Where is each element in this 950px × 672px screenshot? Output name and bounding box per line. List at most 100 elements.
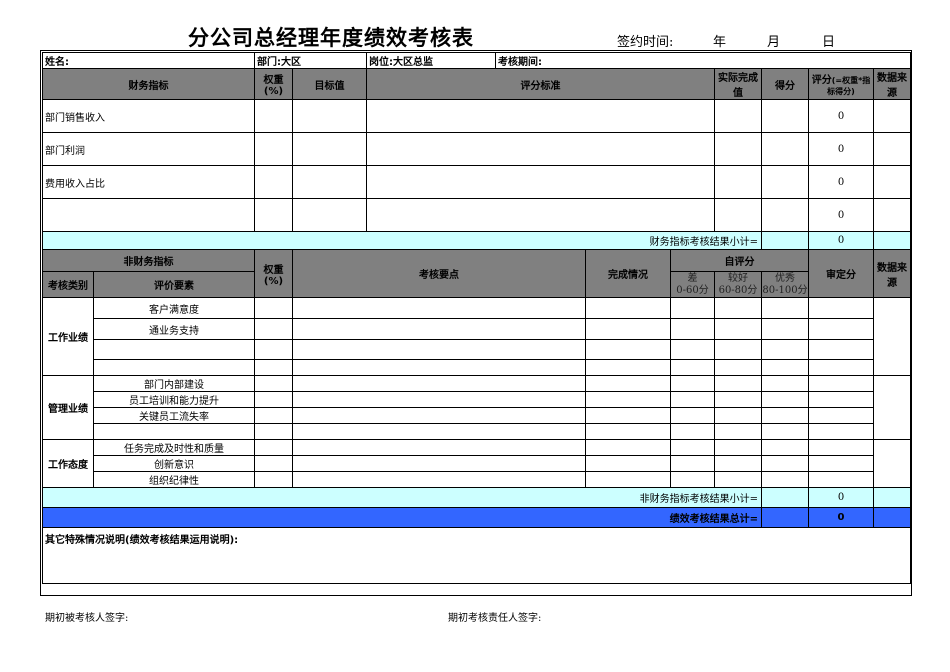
criteria-cell[interactable] (366, 198, 715, 232)
final-score-cell[interactable] (808, 297, 874, 319)
good-cell[interactable] (714, 297, 762, 319)
final-score-cell[interactable] (808, 318, 874, 340)
weight-cell[interactable] (254, 198, 293, 232)
completion-cell[interactable] (585, 375, 671, 392)
weight-cell[interactable] (254, 165, 293, 199)
period-field[interactable]: 考核期间: (494, 52, 912, 69)
excellent-cell[interactable] (761, 339, 809, 360)
poor-cell[interactable] (670, 391, 715, 408)
completion-cell[interactable] (585, 391, 671, 408)
excellent-cell[interactable] (761, 359, 809, 376)
nf-weight-cell[interactable] (254, 318, 293, 340)
nf-weight-cell[interactable] (254, 339, 293, 360)
actual-cell[interactable] (714, 132, 762, 166)
element-label[interactable] (93, 339, 255, 360)
target-cell[interactable] (292, 132, 367, 166)
completion-cell[interactable] (585, 455, 671, 472)
final-score-cell[interactable] (808, 339, 874, 360)
score-cell[interactable] (761, 198, 809, 232)
nf-source-cell[interactable] (872, 297, 912, 376)
good-cell[interactable] (714, 359, 762, 376)
key-point-cell[interactable] (292, 391, 586, 408)
final-score-cell[interactable] (808, 471, 874, 488)
nf-weight-cell[interactable] (254, 471, 293, 488)
nf-source-cell[interactable] (872, 375, 912, 440)
notes-section[interactable]: 其它特殊情况说明(绩效考核结果运用说明): (41, 527, 912, 584)
nf-weight-cell[interactable] (254, 439, 293, 456)
good-cell[interactable] (714, 439, 762, 456)
actual-cell[interactable] (714, 165, 762, 199)
poor-cell[interactable] (670, 455, 715, 472)
excellent-cell[interactable] (761, 439, 809, 456)
completion-cell[interactable] (585, 359, 671, 376)
key-point-cell[interactable] (292, 455, 586, 472)
excellent-cell[interactable] (761, 407, 809, 424)
key-point-cell[interactable] (292, 339, 586, 360)
key-point-cell[interactable] (292, 318, 586, 340)
excellent-cell[interactable] (761, 471, 809, 488)
good-cell[interactable] (714, 318, 762, 340)
poor-cell[interactable] (670, 423, 715, 440)
key-point-cell[interactable] (292, 297, 586, 319)
criteria-cell[interactable] (366, 132, 715, 166)
final-score-cell[interactable] (808, 423, 874, 440)
score-cell[interactable] (761, 165, 809, 199)
source-cell[interactable] (872, 132, 912, 166)
key-point-cell[interactable] (292, 439, 586, 456)
weight-cell[interactable] (254, 132, 293, 166)
good-cell[interactable] (714, 407, 762, 424)
excellent-cell[interactable] (761, 375, 809, 392)
good-cell[interactable] (714, 423, 762, 440)
completion-cell[interactable] (585, 339, 671, 360)
good-cell[interactable] (714, 339, 762, 360)
element-label[interactable] (93, 423, 255, 440)
nf-weight-cell[interactable] (254, 423, 293, 440)
excellent-cell[interactable] (761, 455, 809, 472)
good-cell[interactable] (714, 391, 762, 408)
nf-weight-cell[interactable] (254, 455, 293, 472)
completion-cell[interactable] (585, 423, 671, 440)
nf-weight-cell[interactable] (254, 375, 293, 392)
target-cell[interactable] (292, 99, 367, 133)
criteria-cell[interactable] (366, 99, 715, 133)
score-cell[interactable] (761, 99, 809, 133)
completion-cell[interactable] (585, 407, 671, 424)
financial-row-name[interactable] (42, 198, 255, 232)
source-cell[interactable] (872, 165, 912, 199)
final-score-cell[interactable] (808, 455, 874, 472)
actual-cell[interactable] (714, 99, 762, 133)
final-score-cell[interactable] (808, 359, 874, 376)
excellent-cell[interactable] (761, 297, 809, 319)
poor-cell[interactable] (670, 407, 715, 424)
poor-cell[interactable] (670, 439, 715, 456)
nf-weight-cell[interactable] (254, 297, 293, 319)
good-cell[interactable] (714, 375, 762, 392)
nf-weight-cell[interactable] (254, 359, 293, 376)
completion-cell[interactable] (585, 297, 671, 319)
completion-cell[interactable] (585, 471, 671, 488)
completion-cell[interactable] (585, 318, 671, 340)
nf-weight-cell[interactable] (254, 391, 293, 408)
final-score-cell[interactable] (808, 439, 874, 456)
poor-cell[interactable] (670, 359, 715, 376)
good-cell[interactable] (714, 455, 762, 472)
element-label[interactable] (93, 359, 255, 376)
target-cell[interactable] (292, 198, 367, 232)
final-score-cell[interactable] (808, 407, 874, 424)
key-point-cell[interactable] (292, 359, 586, 376)
excellent-cell[interactable] (761, 318, 809, 340)
source-cell[interactable] (872, 99, 912, 133)
score-cell[interactable] (761, 132, 809, 166)
name-field[interactable]: 姓名: (42, 52, 255, 69)
poor-cell[interactable] (670, 339, 715, 360)
key-point-cell[interactable] (292, 375, 586, 392)
excellent-cell[interactable] (761, 391, 809, 408)
poor-cell[interactable] (670, 471, 715, 488)
poor-cell[interactable] (670, 375, 715, 392)
criteria-cell[interactable] (366, 165, 715, 199)
key-point-cell[interactable] (292, 423, 586, 440)
key-point-cell[interactable] (292, 407, 586, 424)
completion-cell[interactable] (585, 439, 671, 456)
weight-cell[interactable] (254, 99, 293, 133)
good-cell[interactable] (714, 471, 762, 488)
